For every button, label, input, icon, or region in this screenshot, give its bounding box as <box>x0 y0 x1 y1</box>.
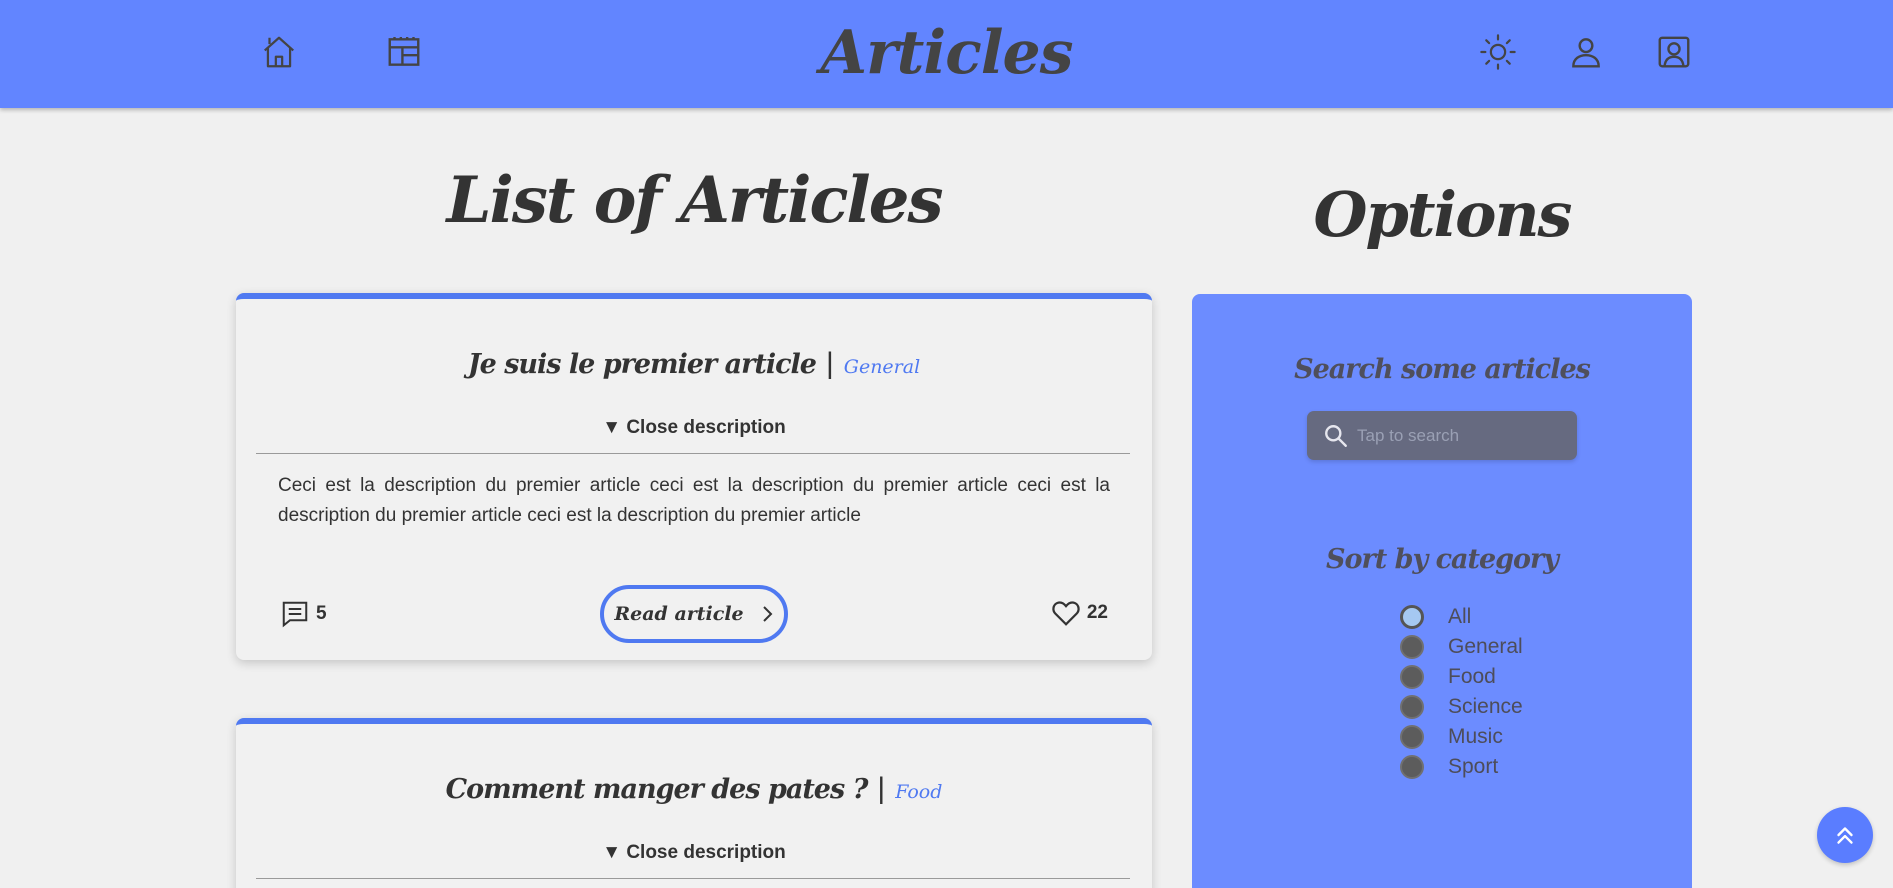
category-label: Food <box>1448 665 1496 688</box>
comment-icon <box>282 601 308 628</box>
search-label: Search some articles <box>1294 354 1591 385</box>
article-description: Ceci est la description du premier artic… <box>278 475 1110 526</box>
category-label: Sport <box>1448 755 1499 778</box>
category-option-food[interactable]: Food <box>1400 662 1523 692</box>
article-card: Je suis le premier article | General ▼ Clo… <box>236 293 1152 660</box>
description-toggle[interactable]: ▼ Close description <box>236 417 1152 439</box>
radio-button[interactable] <box>1400 695 1424 719</box>
toggle-label: Close description <box>626 842 786 863</box>
comments-counter[interactable]: 5 <box>280 599 327 629</box>
radio-button[interactable] <box>1400 605 1424 629</box>
options-title: Options <box>1313 178 1573 251</box>
category-label: All <box>1448 605 1472 628</box>
home-icon[interactable] <box>259 32 299 72</box>
read-article-button[interactable]: Read article <box>600 585 788 643</box>
category-option-music[interactable]: Music <box>1400 722 1523 752</box>
category-option-science[interactable]: Science <box>1400 692 1523 722</box>
category-option-sport[interactable]: Sport <box>1400 752 1523 782</box>
article-title: Comment manger des pates ? <box>445 774 869 805</box>
layout-icon[interactable] <box>384 32 424 72</box>
toggle-label: Close description <box>626 417 786 438</box>
title-separator: | <box>877 772 886 805</box>
chevron-right-icon <box>762 606 773 622</box>
heart-icon <box>1052 601 1080 626</box>
like-count: 22 <box>1086 602 1108 623</box>
category-option-all[interactable]: All <box>1400 602 1523 632</box>
divider <box>256 453 1130 454</box>
article-card: Comment manger des pates ? | Food ▼ Close … <box>236 718 1152 888</box>
options-panel: Search some articles Sort by category Al… <box>1192 294 1692 888</box>
search-icon <box>1325 424 1347 447</box>
user-icon[interactable] <box>1566 32 1606 72</box>
radio-button[interactable] <box>1400 665 1424 689</box>
category-label: General <box>1448 635 1523 658</box>
radio-button[interactable] <box>1400 755 1424 779</box>
category-label: Science <box>1448 695 1523 718</box>
search-box[interactable] <box>1307 411 1577 460</box>
radio-button[interactable] <box>1400 725 1424 749</box>
sun-icon[interactable] <box>1478 32 1518 72</box>
read-article-label: Read article <box>614 603 744 625</box>
top-navbar: Articles <box>0 0 1893 108</box>
search-input[interactable] <box>1357 425 1557 446</box>
comment-count: 5 <box>316 603 327 624</box>
sort-label: Sort by category <box>1326 544 1559 575</box>
article-title: Je suis le premier article <box>467 349 817 380</box>
category-option-general[interactable]: General <box>1400 632 1523 662</box>
scroll-to-top-button[interactable] <box>1817 807 1873 863</box>
list-title: List of Articles <box>446 163 944 238</box>
app-title: Articles <box>820 18 1074 88</box>
double-chevron-up-icon <box>1837 827 1853 844</box>
title-separator: | <box>825 347 834 380</box>
radio-button[interactable] <box>1400 635 1424 659</box>
profile-icon[interactable] <box>1654 32 1694 72</box>
description-toggle[interactable]: ▼ Close description <box>236 842 1152 864</box>
article-category[interactable]: General <box>844 356 920 378</box>
category-radio-group: All General Food Science Music Sport <box>1400 602 1523 782</box>
category-label: Music <box>1448 725 1503 748</box>
article-category[interactable]: Food <box>895 781 942 803</box>
divider <box>256 878 1130 879</box>
likes-counter[interactable]: 22 <box>1051 599 1108 627</box>
